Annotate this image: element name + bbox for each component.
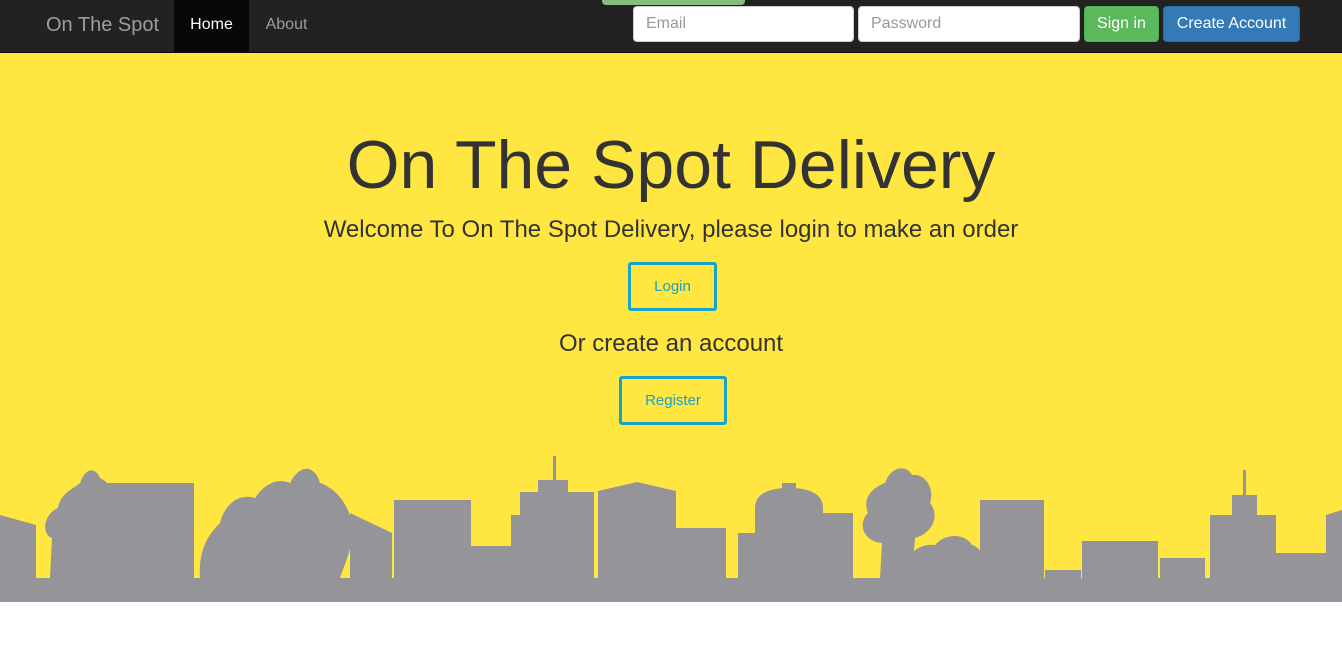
hero-title: On The Spot Delivery [346, 127, 996, 203]
nav-about-link[interactable]: About [249, 0, 324, 52]
password-input[interactable] [858, 6, 1080, 42]
navbar: On The Spot Home About Sign in Create Ac… [0, 0, 1342, 53]
nav-home-link[interactable]: Home [174, 0, 249, 52]
brand-link[interactable]: On The Spot [46, 0, 159, 50]
create-account-button[interactable]: Create Account [1163, 6, 1300, 42]
hero-subtitle: Welcome To On The Spot Delivery, please … [323, 216, 1019, 243]
login-button[interactable]: Login [628, 262, 717, 311]
register-button[interactable]: Register [619, 376, 727, 425]
city-skyline-illustration [0, 456, 1342, 602]
signin-button[interactable]: Sign in [1084, 6, 1159, 42]
top-tab-indicator [602, 0, 745, 5]
create-account-prompt: Or create an account [558, 330, 784, 357]
hero-section: On The Spot Delivery Welcome To On The S… [0, 53, 1342, 602]
email-input[interactable] [633, 6, 854, 42]
